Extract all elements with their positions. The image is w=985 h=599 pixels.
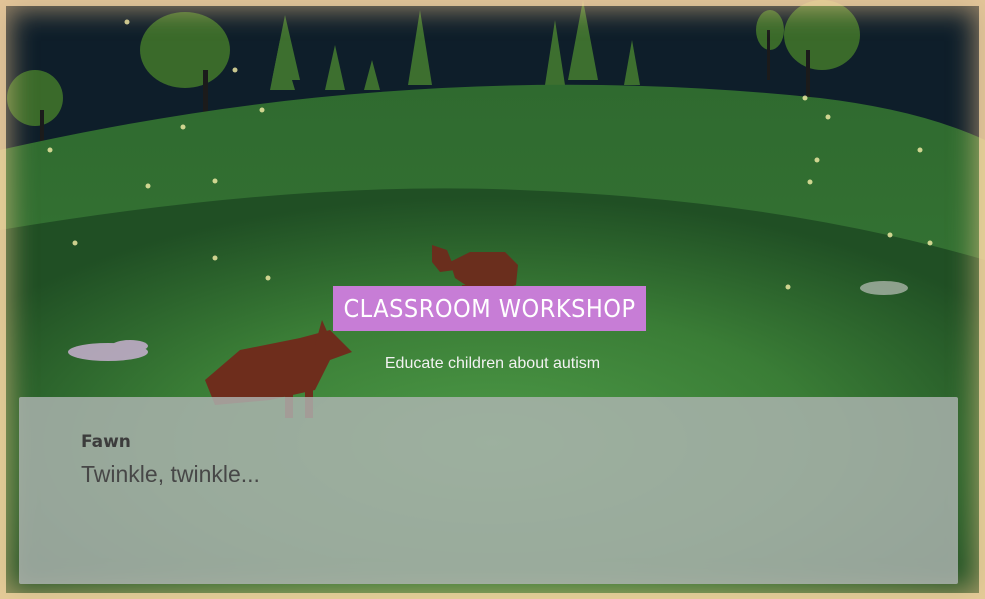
subtitle: Educate children about autism: [384, 355, 601, 372]
title-banner: CLASSROOM WORKSHOP: [333, 286, 646, 331]
game-viewport[interactable]: CLASSROOM WORKSHOP Educate children abou…: [0, 0, 985, 599]
title-text: CLASSROOM WORKSHOP: [343, 294, 636, 323]
dialog-box[interactable]: [19, 397, 958, 584]
dialog-speaker: Fawn: [81, 432, 131, 452]
dialog-text: Twinkle, twinkle...: [81, 461, 260, 487]
